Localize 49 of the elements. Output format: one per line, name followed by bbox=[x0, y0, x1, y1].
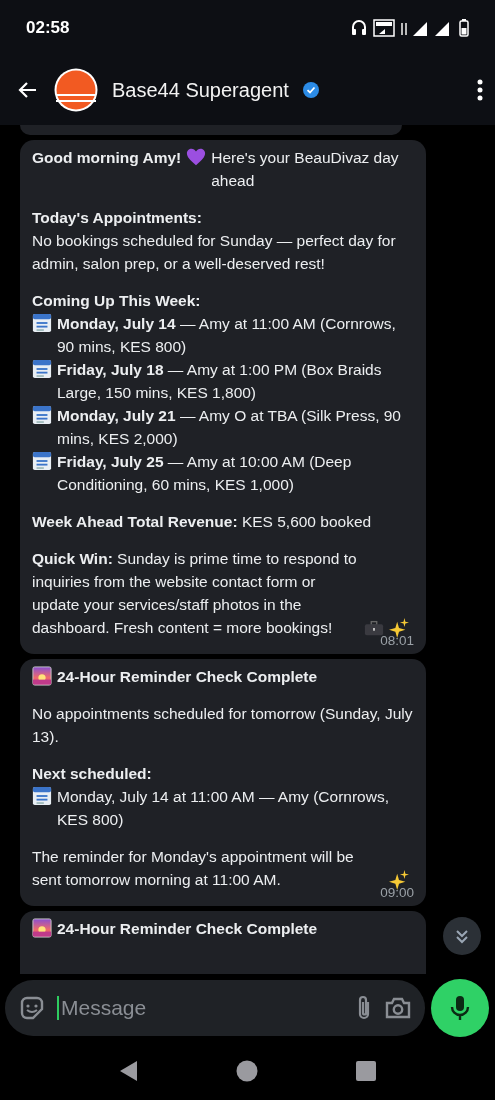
recents-nav-button[interactable] bbox=[356, 1061, 377, 1081]
message-time: 09:00 bbox=[380, 885, 414, 901]
microphone-icon bbox=[450, 995, 470, 1021]
calendar-icon bbox=[32, 786, 52, 806]
message-text: Friday, July 18 — Amy at 1:00 PM (Box Braids Large, 150 mins, KES 1,800) bbox=[57, 360, 383, 403]
chat-title: Base44 Superagent bbox=[112, 78, 289, 102]
headphones-icon bbox=[351, 18, 367, 37]
back-nav-button[interactable] bbox=[118, 1060, 139, 1082]
calendar-icon bbox=[32, 359, 52, 379]
message-heading: Coming Up This Week: bbox=[32, 291, 201, 311]
message-heading: Today's Appointments: bbox=[32, 208, 202, 228]
message-text: Week Ahead Total Revenue: KES 5,600 booked bbox=[32, 512, 372, 532]
more-menu-button[interactable] bbox=[477, 79, 483, 101]
message-text: No appointments scheduled for tomorrow (Sunday, July 13). bbox=[32, 704, 414, 747]
chevrons-down-icon bbox=[454, 928, 470, 944]
scroll-down-button[interactable] bbox=[443, 917, 481, 955]
calendar-icon bbox=[32, 451, 52, 471]
briefcase-icon bbox=[364, 618, 384, 638]
sunrise-icon bbox=[32, 666, 52, 686]
calendar-icon bbox=[32, 405, 52, 425]
volte-icon bbox=[373, 18, 395, 37]
calendar-icon bbox=[32, 313, 52, 333]
sparkles-icon bbox=[389, 870, 409, 890]
clock: 02:58 bbox=[26, 17, 70, 38]
message-text: Quick Win: Sunday is prime time to respond to inquiries from the website contact form or update your services/staff photos in the dashboard. Fresh content = more bookings! bbox=[32, 549, 358, 638]
heart-icon bbox=[186, 147, 207, 167]
microphone-button[interactable] bbox=[431, 979, 489, 1037]
message-text: Here's your BeauDivaz day ahead bbox=[211, 148, 400, 191]
message-text: Monday, July 14 — Amy at 11:00 AM (Cornrows, 90 mins, KES 800) bbox=[57, 314, 397, 357]
sunrise-icon bbox=[32, 918, 52, 938]
camera-button[interactable] bbox=[385, 996, 411, 1020]
message-heading: 24-Hour Reminder Check Complete bbox=[57, 919, 318, 939]
message-time: 08:01 bbox=[380, 633, 414, 649]
message-text: The reminder for Monday's appointment will be sent tomorrow morning at 11:00 AM. bbox=[32, 847, 355, 890]
message-field[interactable]: Message bbox=[5, 980, 425, 1036]
message-heading: Good morning Amy! bbox=[32, 148, 182, 168]
sticker-button[interactable] bbox=[19, 995, 45, 1021]
message-text: Monday, July 21 — Amy O at TBA (Silk Press, 90 mins, KES 2,000) bbox=[57, 406, 402, 449]
message-text: Monday, July 14 at 11:00 AM — Amy (Cornrows, KES 800) bbox=[57, 787, 390, 830]
home-nav-button[interactable] bbox=[236, 1060, 259, 1082]
message-heading: Next scheduled: bbox=[32, 764, 152, 784]
avatar[interactable] bbox=[54, 68, 98, 112]
battery-icon bbox=[459, 18, 469, 37]
sparkles-icon bbox=[389, 618, 409, 638]
message-text: Friday, July 25 — Amy at 10:00 AM (Deep Conditioning, 60 mins, KES 1,000) bbox=[57, 452, 353, 495]
text-cursor bbox=[57, 996, 59, 1020]
message-input[interactable]: Message bbox=[59, 996, 343, 1020]
message-heading: 24-Hour Reminder Check Complete bbox=[57, 667, 318, 687]
message-text: No bookings scheduled for Sunday — perfect day for admin, salon prep, or a well-deserved rest! bbox=[32, 231, 397, 274]
